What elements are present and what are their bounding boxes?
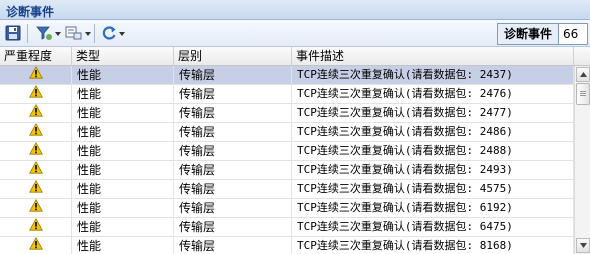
warning-icon (28, 123, 43, 141)
warning-icon (28, 104, 43, 122)
warning-icon (28, 66, 43, 84)
save-icon (5, 25, 21, 44)
layer-cell: 传输层 (174, 66, 292, 84)
layer-cell: 传输层 (174, 161, 292, 179)
type-cell: 性能 (72, 199, 174, 217)
type-cell: 性能 (72, 85, 174, 103)
toolbar-separator (27, 24, 28, 43)
type-cell: 性能 (72, 218, 174, 236)
table-row[interactable]: 性能 传输层 TCP连续三次重复确认(请看数据包: 2488) (0, 142, 574, 161)
warning-icon (28, 85, 43, 103)
table-row[interactable]: 性能 传输层 TCP连续三次重复确认(请看数据包: 8168) (0, 237, 574, 254)
event-count-value: 66 (563, 27, 579, 41)
vertical-scrollbar[interactable] (574, 66, 590, 254)
table-row[interactable]: 性能 传输层 TCP连续三次重复确认(请看数据包: 2477) (0, 104, 574, 123)
chevron-up-icon (579, 72, 587, 77)
desc-cell: TCP连续三次重复确认(请看数据包: 6475) (292, 218, 574, 236)
layer-cell: 传输层 (174, 104, 292, 122)
scroll-down-button[interactable] (576, 238, 590, 253)
chevron-down-icon (119, 32, 125, 36)
column-header-severity[interactable]: 严重程度 (0, 47, 72, 65)
view-options-button[interactable] (65, 25, 91, 43)
column-header-description[interactable]: 事件描述 (292, 47, 574, 65)
layer-cell: 传输层 (174, 237, 292, 254)
warning-icon (28, 199, 43, 217)
chevron-down-icon (55, 32, 61, 36)
view-icon (65, 25, 83, 44)
toolbar: 诊断事件 66 (0, 20, 590, 47)
layer-cell: 传输层 (174, 199, 292, 217)
severity-cell (0, 161, 72, 179)
table-row[interactable]: 性能 传输层 TCP连续三次重复确认(请看数据包: 2493) (0, 161, 574, 180)
type-cell: 性能 (72, 161, 174, 179)
filter-icon (35, 25, 53, 44)
type-cell: 性能 (72, 66, 174, 84)
severity-cell (0, 104, 72, 122)
desc-cell: TCP连续三次重复确认(请看数据包: 2477) (292, 104, 574, 122)
layer-cell: 传输层 (174, 218, 292, 236)
column-header-type[interactable]: 类型 (72, 47, 174, 65)
severity-cell (0, 66, 72, 84)
chevron-down-icon (85, 32, 91, 36)
diagnostic-events-panel: 诊断事件 诊断事件 66 严重程度 类型 层别 事件描述 性能 传输层 TCP连… (0, 0, 590, 254)
table-row[interactable]: 性能 传输层 TCP连续三次重复确认(请看数据包: 6192) (0, 199, 574, 218)
type-cell: 性能 (72, 104, 174, 122)
refresh-button[interactable] (101, 25, 125, 43)
panel-title: 诊断事件 (6, 5, 55, 19)
type-cell: 性能 (72, 180, 174, 198)
table-row[interactable]: 性能 传输层 TCP连续三次重复确认(请看数据包: 2437) (0, 66, 574, 85)
table-row[interactable]: 性能 传输层 TCP连续三次重复确认(请看数据包: 2476) (0, 85, 574, 104)
refresh-icon (101, 25, 117, 44)
layer-cell: 传输层 (174, 180, 292, 198)
warning-icon (28, 218, 43, 236)
severity-cell (0, 85, 72, 103)
severity-cell (0, 218, 72, 236)
column-header-layer[interactable]: 层别 (174, 47, 292, 65)
severity-cell (0, 237, 72, 254)
table-row[interactable]: 性能 传输层 TCP连续三次重复确认(请看数据包: 6475) (0, 218, 574, 237)
desc-cell: TCP连续三次重复确认(请看数据包: 6192) (292, 199, 574, 217)
type-cell: 性能 (72, 237, 174, 254)
type-cell: 性能 (72, 123, 174, 141)
scroll-thumb[interactable] (576, 83, 590, 105)
table-row[interactable]: 性能 传输层 TCP连续三次重复确认(请看数据包: 4575) (0, 180, 574, 199)
severity-cell (0, 142, 72, 160)
filter-button[interactable] (35, 25, 61, 43)
save-button[interactable] (5, 25, 21, 43)
chevron-down-icon (579, 243, 587, 248)
scroll-up-button[interactable] (576, 67, 590, 82)
warning-icon (28, 161, 43, 179)
type-cell: 性能 (72, 142, 174, 160)
grid-header: 严重程度 类型 层别 事件描述 (0, 47, 590, 66)
desc-cell: TCP连续三次重复确认(请看数据包: 8168) (292, 237, 574, 254)
event-count-label: 诊断事件 (497, 24, 559, 44)
desc-cell: TCP连续三次重复确认(请看数据包: 2437) (292, 66, 574, 84)
severity-cell (0, 180, 72, 198)
event-rows: 性能 传输层 TCP连续三次重复确认(请看数据包: 2437) 性能 传输层 TCP连续三… (0, 66, 574, 254)
warning-icon (28, 237, 43, 254)
layer-cell: 传输层 (174, 142, 292, 160)
event-count-box: 诊断事件 66 (496, 23, 588, 45)
severity-cell (0, 199, 72, 217)
desc-cell: TCP连续三次重复确认(请看数据包: 2486) (292, 123, 574, 141)
toolbar-separator (94, 24, 95, 43)
table-row[interactable]: 性能 传输层 TCP连续三次重复确认(请看数据包: 2486) (0, 123, 574, 142)
layer-cell: 传输层 (174, 123, 292, 141)
warning-icon (28, 180, 43, 198)
warning-icon (28, 142, 43, 160)
desc-cell: TCP连续三次重复确认(请看数据包: 4575) (292, 180, 574, 198)
desc-cell: TCP连续三次重复确认(请看数据包: 2476) (292, 85, 574, 103)
severity-cell (0, 123, 72, 141)
desc-cell: TCP连续三次重复确认(请看数据包: 2488) (292, 142, 574, 160)
layer-cell: 传输层 (174, 85, 292, 103)
desc-cell: TCP连续三次重复确认(请看数据包: 2493) (292, 161, 574, 179)
panel-title-bar: 诊断事件 (0, 0, 590, 20)
